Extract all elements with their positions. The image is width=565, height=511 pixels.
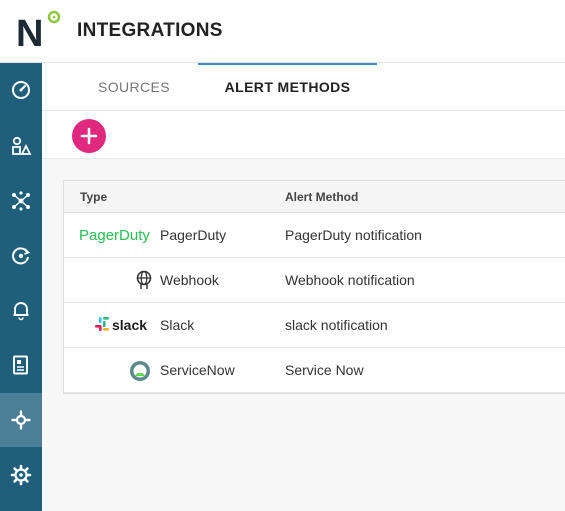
app-logo[interactable]: N [16, 10, 64, 55]
table-row[interactable]: slack Slack slack notification [64, 303, 565, 348]
svg-text:PagerDuty: PagerDuty [79, 227, 150, 244]
plus-icon [80, 127, 98, 145]
gear-icon [10, 464, 32, 486]
sidebar-item-dashboard[interactable] [0, 63, 42, 117]
row-alert-method: PagerDuty notification [285, 227, 422, 243]
table-header: Type Alert Method [64, 181, 565, 213]
integration-gear-icon [11, 410, 31, 430]
network-nodes-icon [12, 191, 30, 211]
column-header-alert-method[interactable]: Alert Method [285, 190, 358, 204]
speedometer-icon [12, 81, 30, 99]
row-alert-method: Service Now [285, 362, 364, 378]
svg-text:N: N [16, 13, 43, 50]
row-type: Slack [160, 317, 195, 333]
table-row[interactable]: ServiceNow Service Now [64, 348, 565, 393]
row-type: ServiceNow [160, 362, 235, 378]
pagerduty-logo: PagerDuty [79, 227, 150, 244]
toolbar [42, 111, 565, 159]
sidebar-item-alerts[interactable] [0, 283, 42, 337]
sidebar-item-settings[interactable] [0, 448, 42, 502]
row-type: PagerDuty [160, 227, 227, 243]
table-row[interactable]: PagerDuty PagerDuty PagerDuty notificati… [64, 213, 565, 258]
page-title: INTEGRATIONS [77, 20, 223, 41]
slack-logo: slack [95, 317, 147, 333]
report-icon [13, 355, 28, 375]
webhook-icon [136, 270, 152, 289]
add-alert-method-button[interactable] [72, 119, 106, 153]
tab-alert-methods[interactable]: ALERT METHODS [198, 63, 377, 111]
row-alert-method: Webhook notification [285, 272, 415, 288]
alert-methods-table: Type Alert Method PagerDuty PagerDuty Pa… [63, 180, 565, 394]
svg-text:slack: slack [112, 317, 147, 333]
sidebar-item-integrations[interactable] [0, 393, 42, 447]
sidebar-item-topology[interactable] [0, 119, 42, 173]
servicenow-logo [130, 361, 150, 381]
app-header: N INTEGRATIONS [0, 0, 565, 63]
sidebar [0, 63, 42, 511]
column-header-type[interactable]: Type [80, 190, 107, 204]
table-row[interactable]: Webhook Webhook notification [64, 258, 565, 303]
refresh-target-icon [12, 247, 31, 265]
bell-icon [13, 302, 29, 321]
sidebar-item-network[interactable] [0, 174, 42, 228]
sidebar-item-reports[interactable] [0, 338, 42, 392]
tab-sources[interactable]: SOURCES [84, 63, 184, 111]
tab-bar: SOURCES ALERT METHODS [42, 63, 565, 111]
sidebar-item-monitoring[interactable] [0, 229, 42, 283]
shapes-icon [12, 136, 32, 155]
row-type: Webhook [160, 272, 219, 288]
content-area: Type Alert Method PagerDuty PagerDuty Pa… [42, 159, 565, 511]
row-alert-method: slack notification [285, 317, 388, 333]
